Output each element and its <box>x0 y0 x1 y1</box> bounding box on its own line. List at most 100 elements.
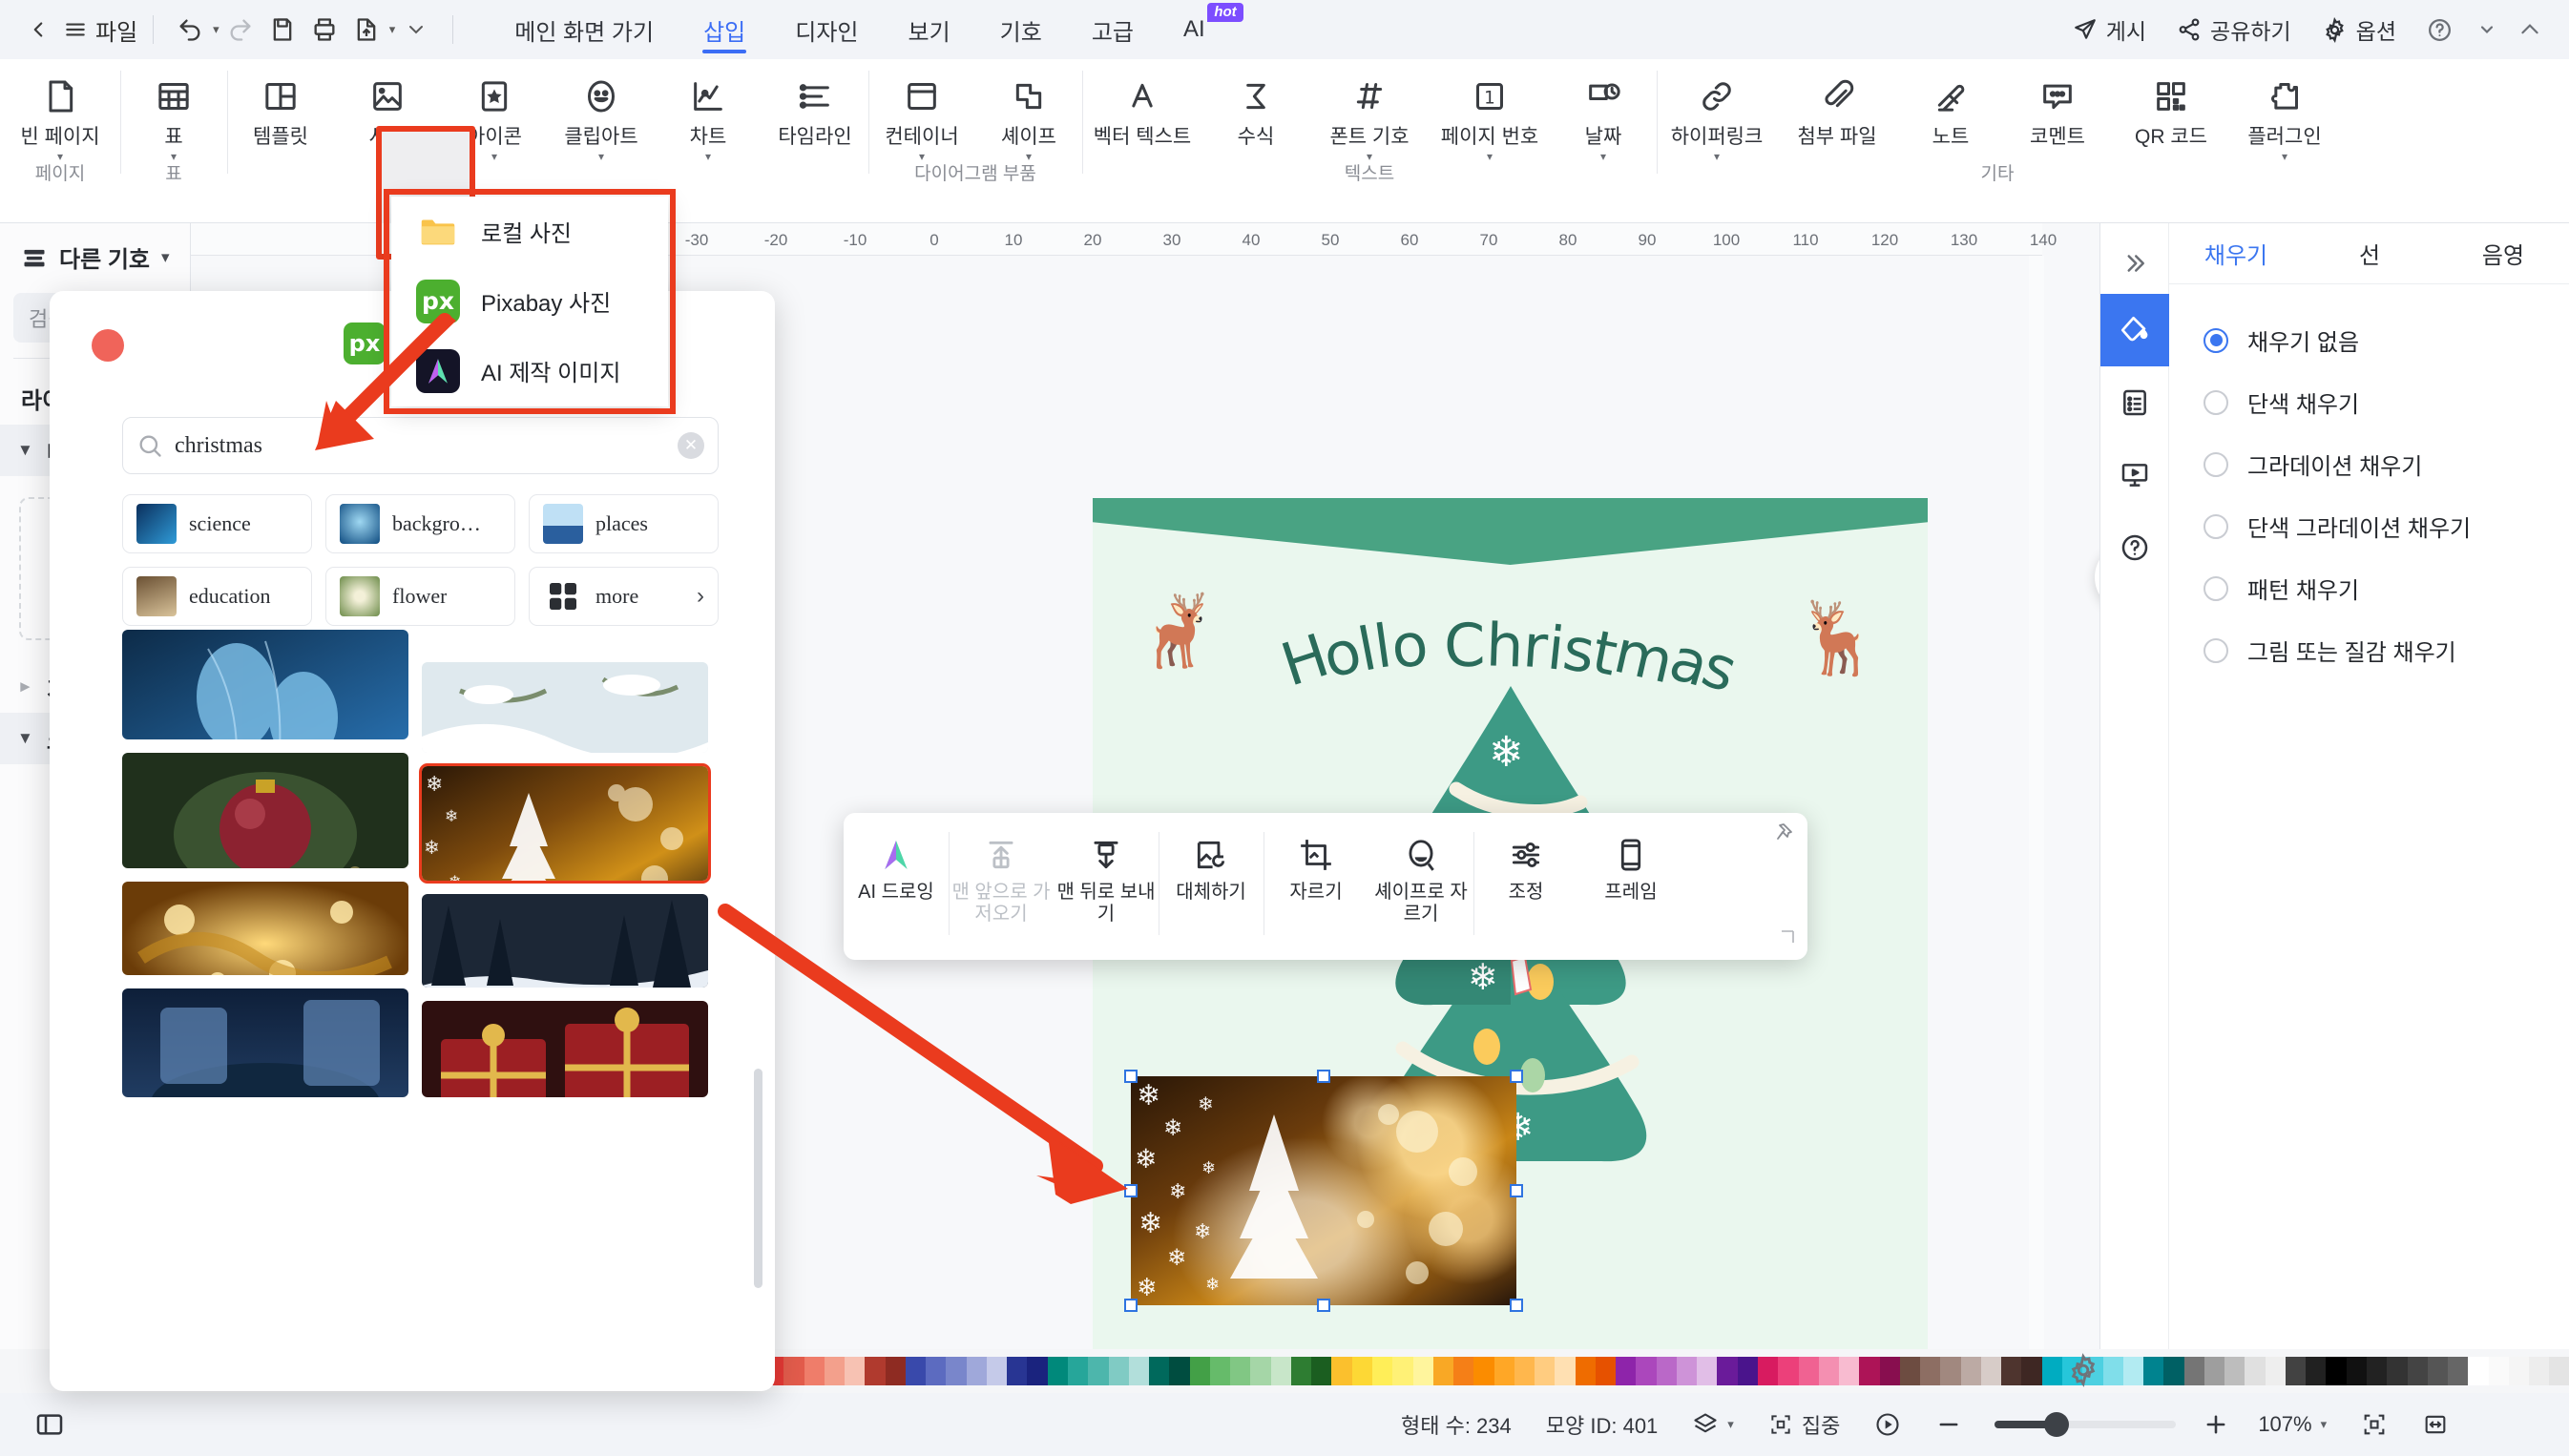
document-properties-icon[interactable] <box>2100 366 2169 439</box>
fill-option-row[interactable]: 단색 채우기 <box>2203 371 2557 433</box>
pixabay-category-chip[interactable]: education <box>122 567 312 626</box>
color-swatch[interactable] <box>1230 1357 1251 1385</box>
pixabay-category-chip[interactable]: flower <box>325 567 515 626</box>
color-swatch[interactable] <box>865 1357 886 1385</box>
color-swatch[interactable] <box>2529 1357 2550 1385</box>
fit-selection-button[interactable] <box>2344 1411 2405 1438</box>
color-swatch[interactable] <box>1555 1357 1576 1385</box>
color-swatch[interactable] <box>905 1357 927 1385</box>
color-swatch[interactable] <box>1473 1357 1494 1385</box>
focus-mode-button[interactable]: 집중 <box>1751 1409 1857 1440</box>
tab-insert[interactable]: 삽입 <box>679 0 770 59</box>
color-swatch[interactable] <box>1575 1357 1596 1385</box>
fill-option-row[interactable]: 채우기 없음 <box>2203 309 2557 371</box>
color-swatch[interactable] <box>1392 1357 1413 1385</box>
color-swatch[interactable] <box>2488 1357 2509 1385</box>
result-thumbnail[interactable] <box>122 988 408 1097</box>
zoom-level[interactable]: 107% ▾ <box>2241 1412 2344 1437</box>
color-swatch[interactable] <box>1412 1357 1433 1385</box>
tab-design[interactable]: 디자인 <box>770 0 883 59</box>
chevron-down-icon[interactable]: ▾ <box>2321 1417 2328 1432</box>
resize-handle-se[interactable] <box>1510 1299 1523 1312</box>
color-swatch[interactable] <box>2326 1357 2347 1385</box>
undo-icon[interactable] <box>169 9 211 51</box>
chevron-down-icon[interactable]: ▾ <box>598 150 604 163</box>
color-swatch[interactable] <box>1940 1357 1961 1385</box>
color-swatch[interactable] <box>1980 1357 2002 1385</box>
color-swatch[interactable] <box>1798 1357 1819 1385</box>
color-swatch[interactable] <box>1859 1357 1880 1385</box>
image-toolbar-adjust[interactable]: 조정 <box>1473 824 1578 948</box>
color-swatch[interactable] <box>2407 1357 2428 1385</box>
color-swatch[interactable] <box>1656 1357 1677 1385</box>
color-swatch[interactable] <box>1250 1357 1271 1385</box>
color-swatch[interactable] <box>2143 1357 2164 1385</box>
resize-handle-nw[interactable] <box>1124 1070 1138 1083</box>
color-swatch[interactable] <box>1818 1357 1840 1385</box>
color-swatch[interactable] <box>2203 1357 2225 1385</box>
pixabay-category-chip[interactable]: more › <box>529 567 719 626</box>
resize-handle-e[interactable] <box>1510 1184 1523 1197</box>
color-swatch[interactable] <box>1676 1357 1698 1385</box>
color-swatch[interactable] <box>1007 1357 1028 1385</box>
result-thumbnail-selected[interactable]: ❄❄❄❄❄ <box>419 762 711 884</box>
fill-option-row[interactable]: 그림 또는 질감 채우기 <box>2203 619 2557 681</box>
right-panel-tab-채우기[interactable]: 채우기 <box>2169 237 2303 270</box>
pixabay-category-chip[interactable]: places <box>529 494 719 553</box>
result-thumbnail[interactable] <box>122 882 408 976</box>
tab-home[interactable]: 메인 화면 가기 <box>490 0 679 59</box>
color-swatch[interactable] <box>885 1357 906 1385</box>
fill-option-row[interactable]: 그라데이션 채우기 <box>2203 433 2557 495</box>
collapse-right-icon[interactable] <box>2100 233 2169 294</box>
photo-menu-item-pixabay[interactable]: px Pixabay 사진 <box>391 266 668 336</box>
collapse-ribbon-button[interactable] <box>2506 17 2554 42</box>
color-swatch[interactable] <box>1088 1357 1109 1385</box>
color-swatch[interactable] <box>1758 1357 1779 1385</box>
color-swatch[interactable] <box>1270 1357 1291 1385</box>
color-swatch[interactable] <box>2183 1357 2204 1385</box>
color-swatch[interactable] <box>1920 1357 1941 1385</box>
layers-button[interactable]: ▾ <box>1675 1411 1751 1438</box>
reindeer-icon-right[interactable]: 🦌 <box>1794 597 1882 680</box>
color-swatch[interactable] <box>2448 1357 2469 1385</box>
result-thumbnail[interactable] <box>122 630 408 740</box>
color-swatch[interactable] <box>1899 1357 1921 1385</box>
chevron-right-icon[interactable]: › <box>697 583 704 610</box>
color-swatch[interactable] <box>2508 1357 2530 1385</box>
help-circle-icon[interactable] <box>2100 511 2169 584</box>
color-swatch[interactable] <box>2468 1357 2489 1385</box>
color-swatch[interactable] <box>1778 1357 1799 1385</box>
result-thumbnail[interactable] <box>422 662 708 753</box>
vertical-ruler[interactable] <box>2029 256 2044 1393</box>
fill-option-row[interactable]: 패턴 채우기 <box>2203 557 2557 619</box>
zoom-slider[interactable] <box>1995 1412 2177 1437</box>
color-swatch[interactable] <box>1311 1357 1332 1385</box>
chevron-down-icon[interactable]: ▾ <box>705 150 711 163</box>
color-swatch[interactable] <box>1027 1357 1048 1385</box>
color-swatch[interactable] <box>1616 1357 1637 1385</box>
tab-ai[interactable]: AI hot <box>1159 0 1243 59</box>
color-swatch[interactable] <box>1432 1357 1454 1385</box>
color-swatch[interactable] <box>1067 1357 1089 1385</box>
fit-width-button[interactable] <box>2405 1411 2466 1438</box>
clear-icon[interactable]: ✕ <box>678 432 704 459</box>
color-swatch[interactable] <box>2306 1357 2327 1385</box>
color-swatch[interactable] <box>966 1357 987 1385</box>
share-button[interactable]: 공유하기 <box>2162 13 2307 46</box>
ribbon-button-timeline[interactable]: 타임라인 <box>762 59 868 189</box>
right-panel-tab-선[interactable]: 선 <box>2303 237 2436 270</box>
color-swatch[interactable] <box>1128 1357 1150 1385</box>
save-icon[interactable] <box>261 9 303 51</box>
ribbon-button-chart[interactable]: 차트 ▾ <box>655 59 762 189</box>
resize-handle-ne[interactable] <box>1510 1070 1523 1083</box>
color-swatch[interactable] <box>1535 1357 1556 1385</box>
resize-handle-icon[interactable] <box>1779 928 1796 950</box>
tab-view[interactable]: 보기 <box>883 0 974 59</box>
image-toolbar-crop[interactable]: 자르기 <box>1264 824 1368 948</box>
export-icon[interactable] <box>345 9 387 51</box>
reindeer-icon-left[interactable]: 🦌 <box>1133 590 1221 673</box>
image-toolbar-frame[interactable]: 프레임 <box>1578 824 1683 948</box>
chevron-down-icon[interactable] <box>395 9 437 51</box>
fill-bucket-icon[interactable] <box>2099 294 2169 366</box>
color-swatch[interactable] <box>1371 1357 1393 1385</box>
